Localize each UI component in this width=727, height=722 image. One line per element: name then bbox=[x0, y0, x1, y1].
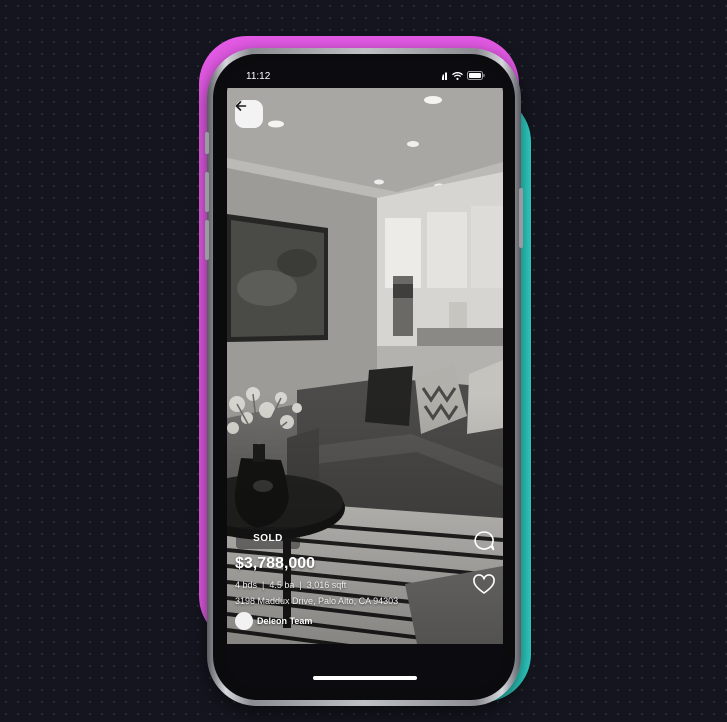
battery-icon bbox=[467, 71, 485, 80]
home-indicator[interactable] bbox=[313, 676, 417, 680]
status-badge: SOLD bbox=[236, 527, 300, 549]
listing-specs: 4 bds | 4.5 ba | 3,016 sqft bbox=[235, 580, 346, 590]
volume-down-button bbox=[205, 220, 209, 260]
comment-button[interactable] bbox=[471, 528, 497, 554]
agent-name: Deleon Team bbox=[257, 616, 313, 626]
wifi-icon bbox=[452, 71, 463, 80]
avatar bbox=[235, 612, 253, 630]
square-footage: 3,016 sqft bbox=[306, 580, 347, 590]
baths-count: 4.5 ba bbox=[269, 580, 295, 590]
notch bbox=[289, 62, 443, 88]
status-time: 11:12 bbox=[246, 71, 271, 82]
like-button[interactable] bbox=[471, 572, 497, 598]
spec-separator: | bbox=[299, 580, 302, 590]
phone-screen: 11:12 SOLD $3,788,000 4 bds | 4.5 ba | 3… bbox=[227, 62, 503, 688]
beds-count: 4 bds bbox=[235, 580, 258, 590]
mute-switch bbox=[205, 132, 209, 154]
agent-link[interactable]: Deleon Team bbox=[235, 612, 312, 630]
back-button[interactable] bbox=[235, 100, 263, 128]
phone-frame: 11:12 SOLD $3,788,000 4 bds | 4.5 ba | 3… bbox=[205, 48, 523, 706]
listing-photo[interactable]: SOLD $3,788,000 4 bds | 4.5 ba | 3,016 sqft … bbox=[227, 88, 503, 644]
spec-separator: | bbox=[262, 580, 265, 590]
status-icons bbox=[436, 71, 485, 80]
listing-address: 3198 Maddux Drive, Palo Alto, CA 94303 bbox=[235, 596, 399, 606]
power-button bbox=[519, 188, 523, 248]
listing-price: $3,788,000 bbox=[235, 555, 316, 572]
volume-up-button bbox=[205, 172, 209, 212]
